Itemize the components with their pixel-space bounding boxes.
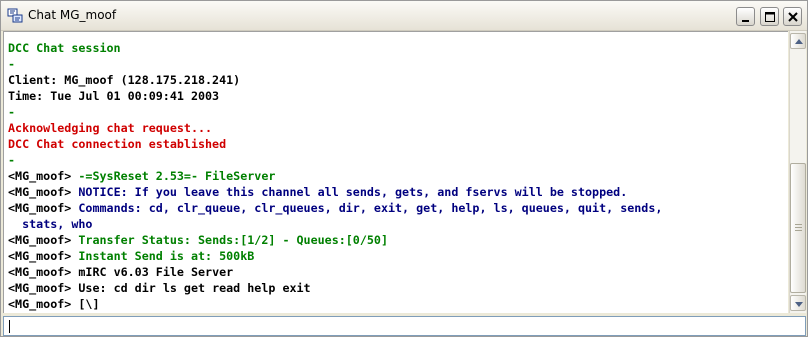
message-text: -=SysReset 2.53=- FileServer (71, 169, 276, 183)
close-button[interactable] (783, 7, 802, 26)
thumb-grip (795, 224, 802, 225)
maximize-icon (765, 12, 775, 22)
chat-line: Acknowledging chat request... (8, 120, 784, 136)
scroll-down-icon (795, 302, 803, 307)
thumb-grip (795, 227, 802, 228)
message-text-continued: stats, who (8, 217, 93, 231)
chat-line: <MG_moof> NOTICE: If you leave this chan… (8, 184, 784, 200)
chat-log[interactable]: DCC Chat session - Client: MG_moof (128.17… (3, 31, 788, 313)
scroll-thumb[interactable] (790, 163, 806, 293)
chat-line: - (8, 104, 784, 120)
message-text: Commands: cd, clr_queue, clr_queues, dir… (71, 201, 663, 215)
chat-line: - (8, 56, 784, 72)
message-text: Time: Tue Jul 01 00:09:41 2003 (8, 89, 220, 103)
chat-line: <MG_moof> Transfer Status: Sends:[1/2] -… (8, 232, 784, 248)
window-title: Chat MG_moof (28, 8, 117, 22)
nick-label: <MG_moof> (8, 281, 72, 295)
nick-label: <MG_moof> (8, 185, 72, 199)
message-text: Acknowledging chat request... (8, 121, 213, 135)
message-text: - (8, 105, 16, 119)
chat-line: DCC Chat session (8, 40, 784, 56)
message-text: NOTICE: If you leave this channel all se… (71, 185, 628, 199)
close-icon (788, 12, 798, 22)
nick-label: <MG_moof> (8, 297, 72, 311)
message-text: - (8, 153, 16, 167)
title-bar[interactable]: Chat MG_moof (1, 1, 807, 31)
thumb-grip (795, 230, 802, 231)
message-text: Instant Send is at: 500kB (71, 249, 255, 263)
chat-line: <MG_moof> mIRC v6.03 File Server (8, 264, 784, 280)
vertical-scrollbar[interactable] (789, 31, 806, 313)
message-text: [\] (71, 297, 100, 311)
scroll-up-button[interactable] (790, 33, 806, 49)
chat-line: Client: MG_moof (128.175.218.241) (8, 72, 784, 88)
message-text: - (8, 57, 16, 71)
nick-label: <MG_moof> (8, 265, 72, 279)
chat-line: <MG_moof> [\] (8, 296, 784, 312)
message-input[interactable] (4, 317, 805, 335)
chat-window: Chat MG_moof DCC Chat session - Client: MG… (0, 0, 808, 337)
chat-line: DCC Chat connection established (8, 136, 784, 152)
message-input-box[interactable] (3, 316, 806, 336)
chat-line: - (8, 152, 784, 168)
scroll-down-button[interactable] (790, 295, 806, 311)
nick-label: <MG_moof> (8, 249, 72, 263)
chat-line: <MG_moof> -=SysReset 2.53=- FileServer (8, 168, 784, 184)
minimize-button[interactable] (736, 7, 755, 26)
message-text: Client: MG_moof (128.175.218.241) (8, 73, 241, 87)
maximize-button[interactable] (760, 7, 779, 26)
message-text: mIRC v6.03 File Server (71, 265, 234, 279)
nick-label: <MG_moof> (8, 233, 72, 247)
nick-label: <MG_moof> (8, 201, 72, 215)
nick-label: <MG_moof> (8, 169, 72, 183)
chat-line: <MG_moof> Instant Send is at: 500kB (8, 248, 784, 264)
message-text: DCC Chat session (8, 41, 121, 55)
chat-lines: DCC Chat session - Client: MG_moof (128.17… (8, 40, 784, 312)
mirc-chat-icon (7, 8, 23, 24)
scroll-up-icon (795, 39, 803, 44)
message-text: Transfer Status: Sends:[1/2] - Queues:[0… (71, 233, 388, 247)
text-caret (9, 320, 10, 333)
chat-line: <MG_moof> Commands: cd, clr_queue, clr_q… (8, 200, 784, 232)
message-text: Use: cd dir ls get read help exit (71, 281, 311, 295)
message-text: DCC Chat connection established (8, 137, 227, 151)
minimize-icon (742, 20, 749, 22)
chat-line: Time: Tue Jul 01 00:09:41 2003 (8, 88, 784, 104)
chat-line: <MG_moof> Use: cd dir ls get read help e… (8, 280, 784, 296)
